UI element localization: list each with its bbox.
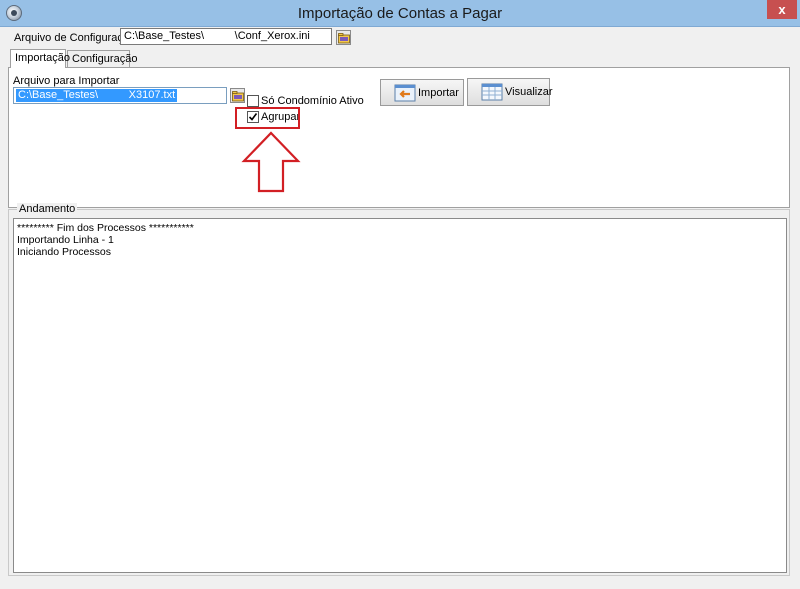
condominio-checkbox[interactable] xyxy=(247,95,259,107)
folder-icon xyxy=(338,33,350,44)
view-button[interactable]: Visualizar xyxy=(467,78,553,106)
import-button[interactable]: Importar xyxy=(380,79,464,106)
tab-importacao[interactable]: Importação xyxy=(10,49,70,68)
close-button[interactable]: x xyxy=(767,0,797,19)
up-arrow-annotation xyxy=(241,131,301,193)
file-label: Arquivo para Importar xyxy=(13,75,120,87)
window-title: Importação de Contas a Pagar xyxy=(297,5,503,22)
table-icon xyxy=(481,83,503,101)
import-file-input[interactable]: C:\Base_Testes\ X3107.txt xyxy=(13,87,227,104)
import-button-label: Importar xyxy=(418,87,459,99)
import-browse-button[interactable] xyxy=(230,88,245,103)
log-line: Importando Linha - 1 xyxy=(17,234,114,246)
log-line: Iniciando Processos xyxy=(17,246,111,258)
condominio-label: Só Condomínio Ativo xyxy=(261,95,364,107)
tab-configuracao[interactable]: Configuração xyxy=(67,50,137,67)
progress-log[interactable]: ********* Fim dos Processos *********** … xyxy=(13,218,787,573)
config-file-input[interactable]: C:\Base_Testes\ \Conf_Xerox.ini xyxy=(120,28,332,45)
highlight-box xyxy=(235,107,300,129)
import-icon xyxy=(394,84,416,102)
progress-group: Andamento ********* Fim dos Processos **… xyxy=(8,203,790,576)
log-line: ********* Fim dos Processos *********** xyxy=(17,222,194,234)
import-tab-panel: Arquivo para Importar C:\Base_Testes\ X3… xyxy=(8,67,790,208)
folder-icon xyxy=(232,91,244,102)
import-file-value: C:\Base_Testes\ X3107.txt xyxy=(16,89,178,102)
config-row: Arquivo de Configuração C:\Base_Testes\ … xyxy=(0,27,800,49)
title-bar: Importação de Contas a Pagar x xyxy=(0,0,800,27)
progress-legend: Andamento xyxy=(17,203,78,215)
view-button-label: Visualizar xyxy=(505,86,553,98)
config-label: Arquivo de Configuração xyxy=(14,32,136,44)
config-browse-button[interactable] xyxy=(336,30,351,45)
